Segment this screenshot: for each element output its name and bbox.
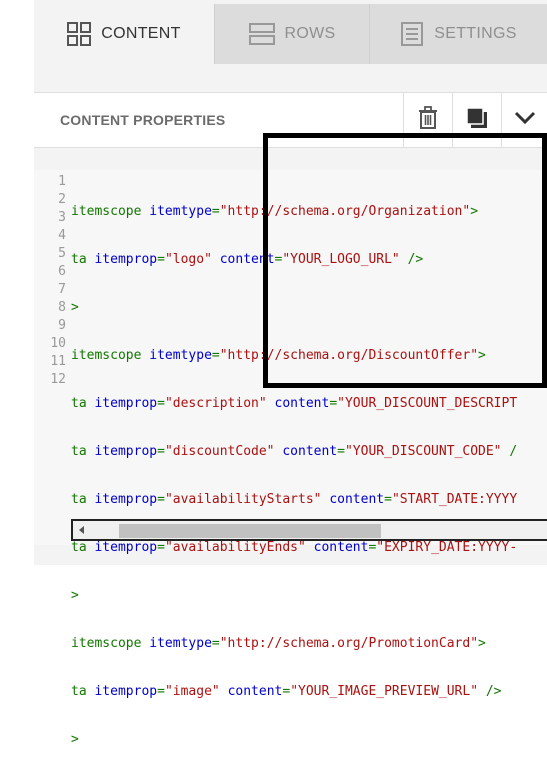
- line-number: 1: [58, 174, 66, 189]
- line-number: 10: [50, 336, 66, 351]
- tab-content[interactable]: CONTENT: [34, 4, 215, 64]
- code-line: ta itemprop="description" content="YOUR_…: [71, 396, 518, 411]
- line-number: 8: [58, 300, 66, 315]
- code-line: ta itemprop="discountCode" content="YOUR…: [71, 444, 518, 459]
- code-line: itemscope itemtype="http://schema.org/Pr…: [71, 636, 486, 651]
- horizontal-scrollbar[interactable]: [71, 519, 547, 541]
- left-margin: [0, 0, 35, 565]
- trash-icon: [417, 105, 439, 135]
- line-number: 3: [58, 210, 66, 225]
- section-title: CONTENT PROPERTIES: [60, 112, 226, 128]
- tab-content-label: CONTENT: [101, 25, 181, 42]
- line-number: 4: [58, 228, 66, 243]
- collapse-button[interactable]: [501, 93, 547, 147]
- code-line: itemscope itemtype="http://schema.org/Or…: [71, 204, 479, 219]
- code-line: >: [71, 588, 79, 603]
- settings-doc-icon: [400, 22, 424, 46]
- code-line: ta itemprop="availabilityStarts" content…: [71, 492, 518, 507]
- code-line: >: [71, 300, 79, 315]
- content-panel: CONTENT ROWS SETTINGS CONTENT PROPERTIES…: [34, 0, 547, 747]
- delete-button[interactable]: [403, 93, 452, 147]
- line-number: 12: [50, 372, 66, 387]
- tab-bar: CONTENT ROWS SETTINGS: [34, 4, 547, 64]
- scroll-left-arrow-icon[interactable]: [79, 526, 84, 534]
- line-number-gutter: 1 2 3 4 5 6 7 8 9 10 11 12: [34, 173, 66, 389]
- tab-rows[interactable]: ROWS: [215, 4, 370, 64]
- duplicate-button[interactable]: [452, 93, 501, 147]
- line-number: 6: [58, 264, 66, 279]
- duplicate-icon: [466, 106, 488, 134]
- code-line: itemscope itemtype="http://schema.org/Di…: [71, 348, 486, 363]
- code-line: ta itemprop="availabilityEnds" content="…: [71, 540, 518, 555]
- line-number: 2: [58, 192, 66, 207]
- code-content[interactable]: itemscope itemtype="http://schema.org/Or…: [71, 173, 547, 779]
- line-number: 7: [58, 282, 66, 297]
- line-number: 11: [50, 354, 66, 369]
- code-editor[interactable]: 1 2 3 4 5 6 7 8 9 10 11 12 itemscope ite…: [34, 170, 547, 747]
- scrollbar-thumb[interactable]: [119, 524, 381, 538]
- tab-settings[interactable]: SETTINGS: [370, 4, 547, 64]
- line-number: 9: [58, 318, 66, 333]
- code-line: ta itemprop="image" content="YOUR_IMAGE_…: [71, 684, 502, 699]
- rows-icon: [248, 22, 275, 46]
- code-line: >: [71, 732, 79, 747]
- content-properties-header: CONTENT PROPERTIES: [34, 92, 547, 148]
- chevron-down-icon: [514, 111, 536, 130]
- code-line: ta itemprop="logo" content="YOUR_LOGO_UR…: [71, 252, 424, 267]
- tab-rows-label: ROWS: [284, 25, 336, 42]
- tab-settings-label: SETTINGS: [434, 25, 517, 42]
- grid-icon: [67, 22, 92, 46]
- line-number: 5: [58, 246, 66, 261]
